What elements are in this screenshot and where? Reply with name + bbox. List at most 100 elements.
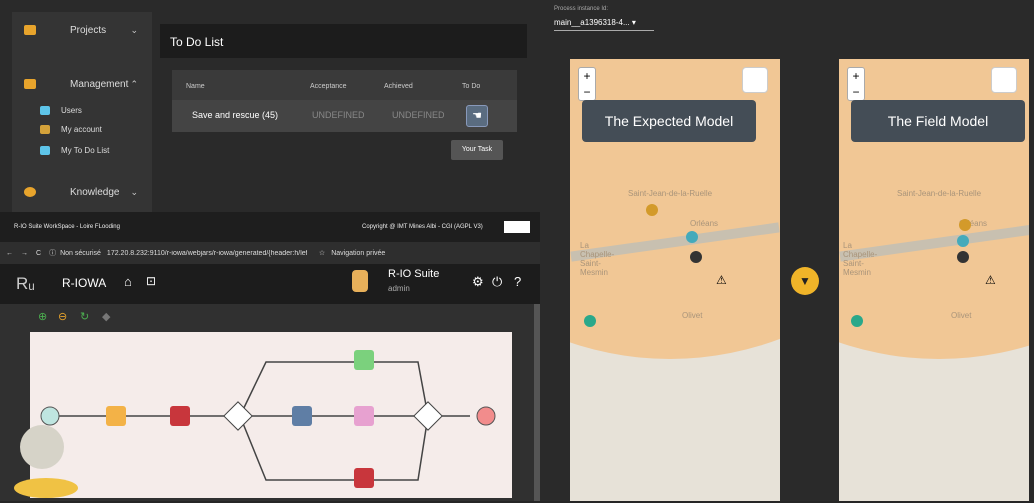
- tooltip: Your Task: [451, 140, 503, 160]
- zoom-out-icon[interactable]: ⊖: [58, 310, 67, 323]
- wifi-marker[interactable]: [584, 315, 596, 327]
- folder-icon: [24, 25, 36, 35]
- layers-icon[interactable]: ◆: [102, 310, 110, 323]
- town-label: La Chapelle-Saint-Mesmin: [580, 241, 615, 277]
- town-label: Saint-Jean-de-la-Ruelle: [628, 189, 713, 198]
- map-title: The Expected Model: [582, 100, 756, 142]
- person-marker[interactable]: [957, 251, 969, 263]
- private-browsing-label: Navigation privée: [331, 249, 386, 257]
- sidebar: Projects ⌄ Management ⌃ Users My account M…: [12, 12, 152, 212]
- app-name: R-IOWA: [62, 276, 107, 290]
- town-label: Saint-Jean-de-la-Ruelle: [897, 189, 982, 198]
- reload-icon[interactable]: C: [36, 250, 41, 257]
- task-blue[interactable]: [292, 406, 312, 426]
- start-event[interactable]: [40, 406, 60, 426]
- layers-icon[interactable]: [991, 67, 1017, 93]
- zoom-control[interactable]: + −: [847, 67, 865, 101]
- map-title: The Field Model: [851, 100, 1025, 142]
- user-icon: [40, 106, 50, 115]
- footer-right-text: Copyright @ IMT Mines Albi - CGI (AGPL V…: [362, 224, 483, 230]
- task-achieved: UNDEFINED: [392, 110, 445, 120]
- map-field[interactable]: + − The Field Model Saint-Jean-de-la-Ruel…: [839, 59, 1029, 501]
- table-header: Name Acceptance Achieved To Do: [172, 70, 517, 100]
- wifi-marker[interactable]: [686, 231, 698, 243]
- sidebar-item-projects[interactable]: Projects ⌄: [12, 12, 152, 48]
- sidebar-item-label: Management: [70, 78, 129, 90]
- layers-icon[interactable]: [742, 67, 768, 93]
- sidebar-item-management[interactable]: Management ⌃: [12, 66, 152, 102]
- logo: [504, 221, 530, 233]
- column-header-name: Name: [186, 83, 205, 90]
- task-pink[interactable]: [354, 406, 374, 426]
- suite-name: R-IO Suite: [388, 268, 440, 280]
- browser-toolbar: ← → C ⓘ Non sécurisé 172.20.8.232:9110/r…: [0, 242, 540, 264]
- sidebar-item-label: Knowledge: [70, 186, 120, 198]
- todo-window: Projects ⌄ Management ⌃ Users My account M…: [0, 0, 540, 240]
- zoom-control[interactable]: + −: [578, 67, 596, 101]
- app-header: Rᵤ R-IOWA ⌂ ⊡ R-IO Suite admin ⚙ ⏻ ?: [0, 264, 540, 304]
- column-header-acceptance: Acceptance: [310, 83, 347, 90]
- town-label: Olivet: [682, 311, 703, 320]
- chevron-down-icon: ⌄: [130, 186, 138, 197]
- caret-down-icon: ▾: [631, 18, 636, 27]
- sidebar-item-my-account[interactable]: My account: [40, 125, 102, 134]
- hand-cursor-icon: ☚: [472, 110, 482, 122]
- end-event[interactable]: [476, 406, 496, 426]
- sidebar-item-my-todo[interactable]: My To Do List: [40, 146, 109, 155]
- list-icon: [40, 146, 50, 155]
- column-header-todo: To Do: [462, 83, 481, 90]
- sidebar-item-label: My To Do List: [61, 146, 110, 155]
- town-label: Olivet: [951, 311, 972, 320]
- url-field[interactable]: 172.20.8.232:9110/r-iowa/webjars/r-iowa/…: [107, 250, 307, 257]
- zoom-in-icon[interactable]: ⊕: [38, 310, 47, 323]
- task-red-bottom[interactable]: [354, 468, 374, 488]
- column-header-achieved: Achieved: [384, 83, 413, 90]
- person-marker[interactable]: [646, 204, 658, 216]
- bot-avatar: [20, 425, 64, 469]
- back-icon[interactable]: ←: [6, 250, 13, 257]
- warning-icon[interactable]: ⚠: [985, 273, 996, 287]
- page-title: To Do List: [160, 24, 527, 58]
- sidebar-item-label: My account: [61, 125, 102, 134]
- wifi-marker[interactable]: [957, 235, 969, 247]
- star-icon[interactable]: ☆: [319, 249, 325, 257]
- task-red[interactable]: [170, 406, 190, 426]
- home-icon[interactable]: ⌂: [124, 274, 132, 289]
- sidebar-item-users[interactable]: Users: [40, 106, 82, 115]
- map-expected[interactable]: + − The Expected Model Saint-Jean-de-la-R…: [570, 59, 780, 501]
- gear-icon[interactable]: ⚙: [472, 274, 484, 290]
- gateway-join[interactable]: [413, 401, 443, 431]
- person-marker[interactable]: [959, 219, 971, 231]
- town-label: La Chapelle-Saint-Mesmin: [843, 241, 878, 277]
- process-select[interactable]: main__a1396318-4... ▾: [554, 18, 654, 31]
- warning-icon[interactable]: ⚠: [716, 273, 727, 287]
- person-marker[interactable]: [690, 251, 702, 263]
- help-icon[interactable]: ?: [514, 274, 521, 289]
- wifi-marker[interactable]: [851, 315, 863, 327]
- bpmn-svg: [40, 350, 496, 488]
- gateway[interactable]: [223, 401, 253, 431]
- task-green[interactable]: [354, 350, 374, 370]
- refresh-icon[interactable]: ↻: [80, 310, 89, 323]
- account-icon: [40, 125, 50, 134]
- sidebar-item-label: Users: [61, 106, 82, 115]
- footer: R-IO Suite WorkSpace - Loire FLooding Co…: [0, 212, 540, 242]
- app-logo: Rᵤ: [16, 274, 35, 293]
- power-icon[interactable]: ⏻: [492, 274, 502, 290]
- window-icon[interactable]: ⊡: [146, 274, 156, 288]
- sidebar-item-knowledge[interactable]: Knowledge ⌄: [12, 174, 152, 210]
- forward-icon[interactable]: →: [21, 250, 28, 257]
- task-save-rescue[interactable]: [106, 406, 126, 426]
- knowledge-icon: [24, 187, 36, 197]
- avatar: [352, 270, 368, 292]
- filter-icon: ▼: [799, 274, 811, 288]
- chevron-up-icon: ⌃: [130, 78, 138, 89]
- security-label: Non sécurisé: [60, 249, 101, 257]
- task-acceptance: UNDEFINED: [312, 110, 365, 120]
- task-name: Save and rescue (45): [192, 110, 279, 120]
- task-button[interactable]: ☚: [466, 105, 488, 127]
- user-name: admin: [388, 284, 410, 293]
- group-icon: [24, 79, 36, 89]
- sync-button[interactable]: ▼: [791, 267, 819, 295]
- footer-left-text: R-IO Suite WorkSpace - Loire FLooding: [14, 224, 120, 230]
